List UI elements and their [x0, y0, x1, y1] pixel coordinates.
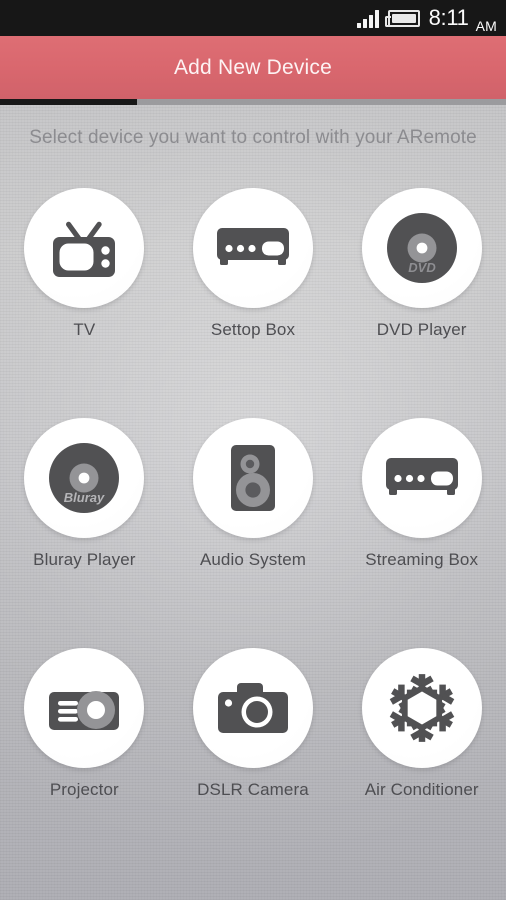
device-grid: TV Settop Box DVD DVD Player Bluray Blur…: [0, 188, 506, 800]
device-tile-dvd-player[interactable]: DVD DVD Player: [337, 188, 506, 340]
add-new-device-screen: 8:11 AM Add New Device Select device you…: [0, 0, 506, 900]
device-label: Bluray Player: [33, 550, 136, 569]
disc-text: DVD: [408, 260, 436, 275]
settop-box-icon: [216, 228, 289, 265]
device-tile-streaming-box[interactable]: Streaming Box: [337, 418, 506, 570]
device-icon-circle[interactable]: [192, 418, 313, 538]
battery-icon: [384, 9, 420, 27]
speaker-icon: [230, 445, 275, 511]
status-bar-ampm: AM: [475, 18, 497, 34]
action-bar: Add New Device: [0, 36, 506, 99]
device-label: DSLR Camera: [197, 780, 309, 799]
device-label: Settop Box: [210, 320, 296, 339]
status-bar: 8:11 AM: [0, 0, 506, 36]
camera-icon: [217, 683, 288, 733]
device-tile-tv[interactable]: TV: [0, 188, 169, 340]
content-area: Select device you want to control with y…: [0, 105, 506, 900]
status-bar-time: 8:11: [428, 5, 469, 30]
device-label: DVD Player: [376, 320, 467, 339]
device-tile-settop-box[interactable]: Settop Box: [169, 188, 338, 340]
device-label: Projector: [49, 780, 119, 799]
device-icon-circle[interactable]: [24, 188, 145, 308]
device-icon-circle[interactable]: [361, 418, 482, 538]
disc-text: Bluray: [64, 490, 105, 505]
projector-icon: [49, 691, 120, 730]
device-label: Audio System: [199, 550, 307, 569]
device-label: TV: [73, 320, 96, 339]
signal-bars-icon: [356, 9, 379, 28]
bluray-disc-icon: Bluray: [49, 443, 120, 513]
device-label: Streaming Box: [365, 550, 479, 569]
streaming-box-icon: [385, 458, 458, 495]
instruction-text: Select device you want to control with y…: [29, 127, 477, 148]
device-icon-circle[interactable]: DVD: [361, 188, 482, 308]
device-icon-circle[interactable]: [192, 188, 313, 308]
dvd-disc-icon: DVD: [386, 213, 457, 283]
device-tile-bluray-player[interactable]: Bluray Bluray Player: [0, 418, 169, 570]
device-label: Air Conditioner: [364, 780, 479, 799]
tv-icon: [53, 221, 116, 277]
device-icon-circle[interactable]: Bluray: [24, 418, 145, 538]
device-tile-audio-system[interactable]: Audio System: [169, 418, 338, 570]
snowflake-icon: [389, 674, 454, 742]
device-tile-dslr-camera[interactable]: DSLR Camera: [169, 648, 338, 800]
device-tile-projector[interactable]: Projector: [0, 648, 169, 800]
device-tile-air-conditioner[interactable]: Air Conditioner: [337, 648, 506, 800]
device-icon-circle[interactable]: [361, 648, 482, 768]
page-title: Add New Device: [173, 55, 333, 79]
device-icon-circle[interactable]: [24, 648, 145, 768]
device-icon-circle[interactable]: [192, 648, 313, 768]
